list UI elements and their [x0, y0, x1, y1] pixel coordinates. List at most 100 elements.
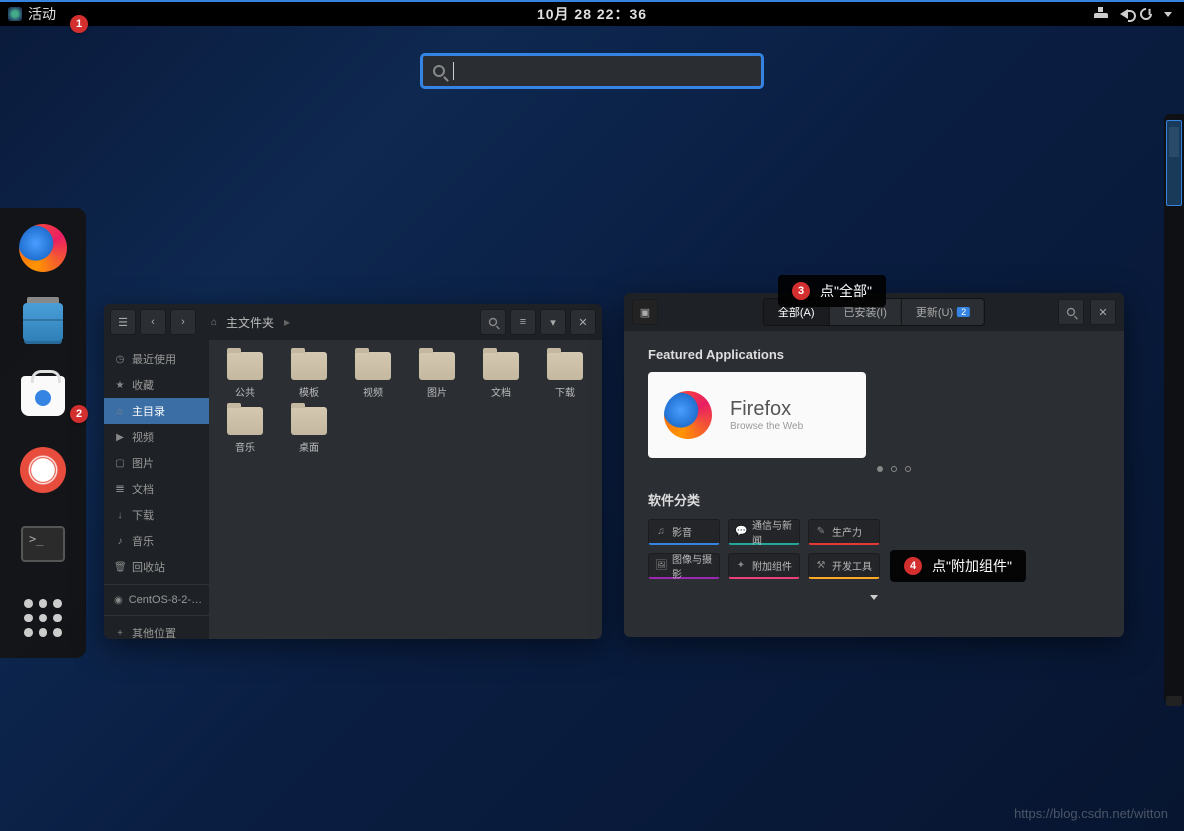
firefox-icon [19, 224, 67, 272]
fm-close-button[interactable]: ✕ [570, 309, 596, 335]
watermark: https://blog.csdn.net/witton [1014, 806, 1168, 821]
tools-icon: ⚒ [815, 560, 827, 571]
dash-files[interactable] [17, 296, 69, 348]
fm-side-starred[interactable]: ★收藏 [104, 372, 209, 398]
cat-developer[interactable]: ⚒开发工具 [808, 553, 880, 579]
folder-pictures[interactable]: 图片 [413, 352, 461, 399]
dash-firefox[interactable] [17, 222, 69, 274]
volume-icon[interactable] [1120, 9, 1128, 19]
fm-side-disk[interactable]: ◉CentOS-8-2-…⏏ [104, 589, 209, 611]
video-icon: ▶ [114, 432, 126, 443]
dash-terminal[interactable] [17, 518, 69, 570]
sw-tab-updates[interactable]: 更新(U)2 [902, 299, 984, 325]
workspace-thumb-1[interactable] [1166, 120, 1182, 206]
home-icon: ⌂ [208, 317, 220, 328]
featured-app-tagline: Browse the Web [730, 421, 803, 432]
annotation-tip-4: 4 点"附加组件" [890, 550, 1026, 582]
image-icon: ▢ [114, 458, 126, 469]
sw-body: Featured Applications Firefox Browse the… [624, 331, 1124, 621]
folder-videos[interactable]: 视频 [349, 352, 397, 399]
cat-productivity[interactable]: ✎生产力 [808, 519, 880, 545]
clock-icon: ◷ [114, 354, 126, 365]
dash-apps-grid[interactable] [17, 592, 69, 644]
annotation-badge-3: 3 [792, 282, 810, 300]
help-icon [20, 447, 66, 493]
fm-side-recent[interactable]: ◷最近使用 [104, 346, 209, 372]
fm-content[interactable]: 公共 模板 视频 图片 文档 下载 音乐 桌面 [209, 340, 602, 639]
cat-addons[interactable]: ✦附加组件 [728, 553, 800, 579]
fm-side-other[interactable]: +其他位置 [104, 620, 209, 639]
image-icon: 🖼 [655, 560, 667, 571]
folder-icon [419, 352, 455, 380]
folder-documents[interactable]: 文档 [477, 352, 525, 399]
fm-path-label: 主文件夹 [226, 314, 274, 331]
sw-back-button[interactable]: ▣ [632, 299, 658, 325]
fm-menu-button[interactable]: ▾ [540, 309, 566, 335]
fm-side-home[interactable]: ⌂主目录 [104, 398, 209, 424]
categories-title: 软件分类 [648, 490, 1100, 509]
terminal-icon [21, 526, 65, 562]
system-tray [1094, 7, 1184, 21]
fm-side-pictures[interactable]: ▢图片 [104, 450, 209, 476]
activities-button[interactable]: 活动 [0, 4, 64, 24]
folder-desktop[interactable]: 桌面 [285, 407, 333, 454]
dash-software[interactable] [17, 370, 69, 422]
text-cursor [453, 62, 454, 80]
fm-forward-button[interactable]: › [170, 309, 196, 335]
home-icon: ⌂ [114, 406, 126, 417]
folder-icon [227, 352, 263, 380]
annotation-badge-4: 4 [904, 557, 922, 575]
clock[interactable]: 10月 28 22：36 [537, 4, 647, 24]
sw-search-button[interactable] [1058, 299, 1084, 325]
folder-downloads[interactable]: 下载 [541, 352, 589, 399]
fm-sidebar-toggle[interactable]: ☰ [110, 309, 136, 335]
files-icon [23, 303, 63, 341]
annotation-text-3: 点"全部" [820, 281, 872, 301]
file-manager-window: ☰ ‹ › ⌂ 主文件夹 ▸ ≡ ▾ ✕ ◷最近使用 ★收藏 ⌂主目录 ▶视频 … [104, 304, 602, 639]
folder-music[interactable]: 音乐 [221, 407, 269, 454]
workspace-thumb-2[interactable] [1166, 696, 1182, 706]
fm-sidebar: ◷最近使用 ★收藏 ⌂主目录 ▶视频 ▢图片 𝌆文档 ↓下载 ♪音乐 🗑回收站 … [104, 340, 209, 639]
fm-side-documents[interactable]: 𝌆文档 [104, 476, 209, 502]
dot-icon[interactable] [891, 466, 897, 472]
fm-back-button[interactable]: ‹ [140, 309, 166, 335]
fm-side-videos[interactable]: ▶视频 [104, 424, 209, 450]
network-icon[interactable] [1094, 7, 1108, 21]
music-icon: ♪ [114, 536, 126, 547]
music-icon: ♫ [655, 526, 667, 537]
dash [0, 208, 86, 658]
search-overlay [421, 54, 763, 88]
cat-graphics[interactable]: 🖼图像与摄影 [648, 553, 720, 579]
cat-communication[interactable]: 💬通信与新闻 [728, 519, 800, 545]
trash-icon: 🗑 [114, 562, 126, 573]
search-input[interactable] [462, 63, 751, 79]
dot-icon[interactable] [905, 466, 911, 472]
search-box[interactable] [421, 54, 763, 88]
cat-audio-video[interactable]: ♫影音 [648, 519, 720, 545]
fm-side-downloads[interactable]: ↓下载 [104, 502, 209, 528]
folder-templates[interactable]: 模板 [285, 352, 333, 399]
software-icon [21, 376, 65, 416]
fm-headerbar: ☰ ‹ › ⌂ 主文件夹 ▸ ≡ ▾ ✕ [104, 304, 602, 340]
apps-grid-icon [24, 599, 62, 637]
dot-icon[interactable] [877, 466, 883, 472]
chat-icon: 💬 [735, 526, 747, 537]
fm-side-trash[interactable]: 🗑回收站 [104, 554, 209, 580]
chevron-down-icon[interactable] [1164, 12, 1172, 17]
featured-banner[interactable]: Firefox Browse the Web [648, 372, 866, 458]
fm-pathbar[interactable]: ⌂ 主文件夹 ▸ [200, 314, 476, 331]
annotation-tip-3: 3 点"全部" [778, 275, 886, 307]
fm-search-button[interactable] [480, 309, 506, 335]
fm-view-list-button[interactable]: ≡ [510, 309, 536, 335]
workspace-switcher[interactable] [1164, 114, 1184, 704]
folder-public[interactable]: 公共 [221, 352, 269, 399]
annotation-badge-2: 2 [70, 405, 88, 423]
sw-close-button[interactable]: ✕ [1090, 299, 1116, 325]
fm-side-music[interactable]: ♪音乐 [104, 528, 209, 554]
dash-help[interactable] [17, 444, 69, 496]
power-icon[interactable] [1138, 6, 1155, 23]
expand-chevron[interactable] [648, 587, 1100, 605]
carousel-dots[interactable] [688, 466, 1100, 472]
folder-icon [291, 352, 327, 380]
categories-grid: ♫影音 💬通信与新闻 ✎生产力 🖼图像与摄影 ✦附加组件 ⚒开发工具 [648, 519, 1100, 579]
